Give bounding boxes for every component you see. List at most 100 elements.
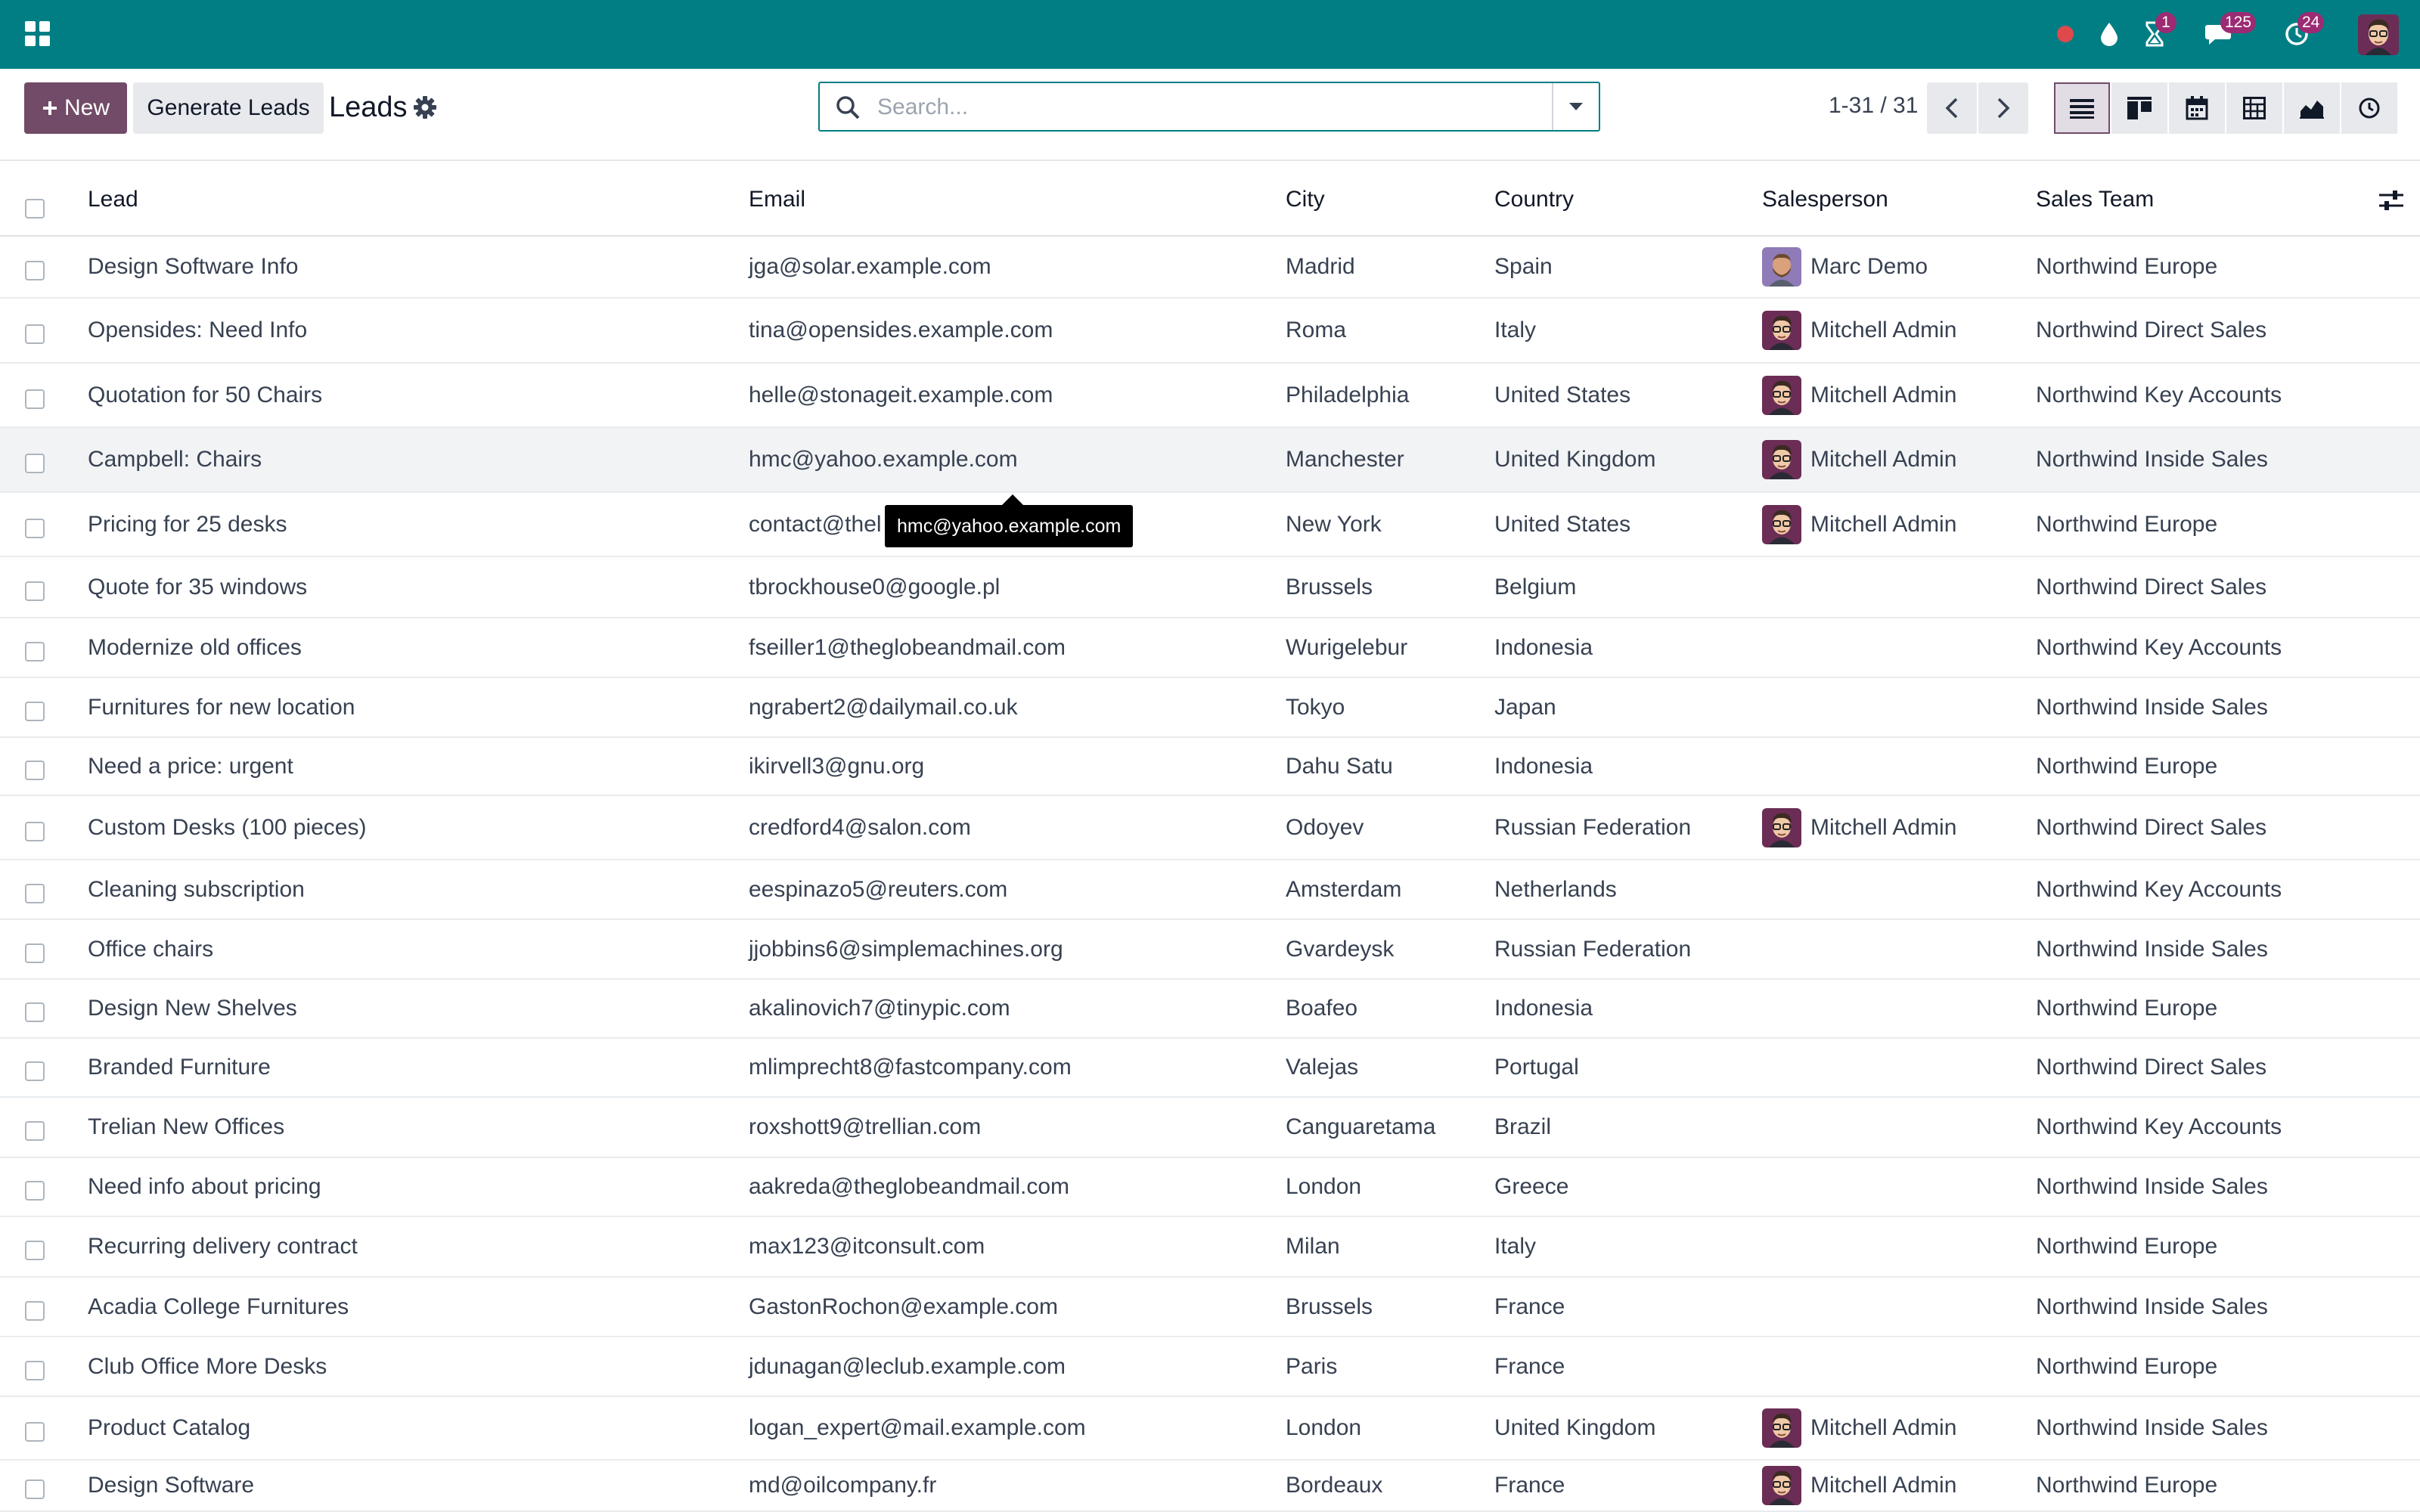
- pager-previous-button[interactable]: [1927, 82, 1977, 134]
- cell-city: Bordeaux: [1286, 1473, 1383, 1498]
- table-row[interactable]: Opensides: Need Info tina@opensides.examp…: [0, 299, 2420, 364]
- table-row[interactable]: Need a price: urgent ikirvell3@gnu.org Dah…: [0, 738, 2420, 796]
- salesperson-avatar[interactable]: [1762, 440, 1801, 479]
- column-header-country[interactable]: Country: [1494, 187, 1574, 212]
- row-checkbox[interactable]: [25, 1121, 45, 1141]
- salesperson-avatar[interactable]: [1762, 807, 1801, 847]
- table-row[interactable]: Club Office More Desks jdunagan@leclub.ex…: [0, 1337, 2420, 1397]
- cell-city: Brussels: [1286, 1294, 1373, 1319]
- list-view-button[interactable]: [2054, 82, 2110, 134]
- salesperson-avatar[interactable]: [1762, 504, 1801, 544]
- cell-city: Dahu Satu: [1286, 753, 1393, 779]
- cell-city: Madrid: [1286, 254, 1355, 279]
- row-checkbox[interactable]: [25, 760, 45, 780]
- cell-sales-team: Northwind Inside Sales: [2036, 936, 2268, 962]
- salesperson-avatar[interactable]: [1762, 375, 1801, 415]
- table-row[interactable]: Modernize old offices fseiller1@theglobea…: [0, 618, 2420, 678]
- activity-view-button[interactable]: [2341, 82, 2397, 134]
- cell-salesperson: Mitchell Admin: [1762, 1408, 1956, 1448]
- kanban-view-button[interactable]: [2111, 82, 2167, 134]
- cell-lead: Club Office More Desks: [88, 1353, 327, 1379]
- apps-menu-icon[interactable]: [23, 19, 53, 49]
- control-panel: New Generate Leads Leads 1: [0, 69, 2420, 161]
- row-checkbox[interactable]: [25, 701, 45, 721]
- pager-value[interactable]: 1-31 / 31: [1829, 93, 1918, 119]
- table-row[interactable]: Quote for 35 windows tbrockhouse0@google.…: [0, 557, 2420, 618]
- recording-dot-icon[interactable]: [2048, 17, 2083, 51]
- table-row[interactable]: Product Catalog logan_expert@mail.example…: [0, 1397, 2420, 1461]
- cell-city: Odoyev: [1286, 814, 1364, 840]
- drop-icon[interactable]: [2092, 17, 2127, 51]
- row-checkbox[interactable]: [25, 581, 45, 601]
- row-checkbox[interactable]: [25, 389, 45, 409]
- row-checkbox[interactable]: [25, 1422, 45, 1442]
- table-row[interactable]: Quotation for 50 Chairs helle@stonageit.e…: [0, 364, 2420, 428]
- row-checkbox[interactable]: [25, 261, 45, 280]
- cell-city: Valejas: [1286, 1055, 1359, 1080]
- cell-country: Brazil: [1494, 1114, 1552, 1139]
- row-checkbox[interactable]: [25, 324, 45, 344]
- column-header-city[interactable]: City: [1286, 187, 1325, 212]
- generate-leads-button[interactable]: Generate Leads: [133, 82, 324, 134]
- search-options-toggle[interactable]: [1552, 83, 1599, 130]
- user-avatar[interactable]: [2358, 14, 2399, 55]
- activities-hourglass-icon[interactable]: 1: [2137, 12, 2176, 51]
- salesperson-name: Mitchell Admin: [1810, 447, 1957, 472]
- column-header-salesperson[interactable]: Salesperson: [1762, 187, 1888, 212]
- search-input[interactable]: [876, 88, 1575, 127]
- table-row[interactable]: Pricing for 25 desks contact@thel New York…: [0, 493, 2420, 557]
- calendar-view-button[interactable]: [2169, 82, 2225, 134]
- cell-lead: Office chairs: [88, 936, 214, 962]
- table-row[interactable]: Trelian New Offices roxshott9@trellian.co…: [0, 1098, 2420, 1158]
- table-row[interactable]: Branded Furniture mlimprecht8@fastcompany…: [0, 1039, 2420, 1098]
- salesperson-avatar[interactable]: [1762, 1466, 1801, 1505]
- table-row[interactable]: Campbell: Chairs hmc@yahoo.example.com Man…: [0, 428, 2420, 493]
- row-checkbox[interactable]: [25, 641, 45, 662]
- row-checkbox[interactable]: [25, 1360, 45, 1380]
- salesperson-avatar[interactable]: [1762, 1408, 1801, 1448]
- cell-email: aakreda@theglobeandmail.com: [749, 1174, 1070, 1199]
- table-row[interactable]: Need info about pricing aakreda@theglobea…: [0, 1158, 2420, 1217]
- new-button[interactable]: New: [24, 82, 127, 134]
- row-checkbox[interactable]: [25, 883, 45, 903]
- updates-clock-icon[interactable]: 24: [2279, 12, 2325, 51]
- row-checkbox[interactable]: [25, 1061, 45, 1081]
- column-header-email[interactable]: Email: [749, 187, 805, 212]
- cell-city: Canguaretama: [1286, 1114, 1436, 1139]
- table-row[interactable]: Custom Desks (100 pieces) credford4@salon…: [0, 796, 2420, 860]
- table-row[interactable]: Office chairs jjobbins6@simplemachines.or…: [0, 920, 2420, 980]
- select-all-checkbox[interactable]: [25, 199, 45, 218]
- pager-next-button[interactable]: [1978, 82, 2028, 134]
- pivot-view-button[interactable]: [2226, 82, 2282, 134]
- cell-sales-team: Northwind Europe: [2036, 1473, 2218, 1498]
- cell-email: akalinovich7@tinypic.com: [749, 996, 1010, 1021]
- updates-badge: 24: [2297, 12, 2325, 33]
- column-header-sales-team[interactable]: Sales Team: [2036, 187, 2154, 212]
- row-checkbox[interactable]: [25, 1300, 45, 1321]
- messages-chat-icon[interactable]: 125: [2201, 12, 2257, 51]
- table-row[interactable]: Recurring delivery contract max123@itcons…: [0, 1217, 2420, 1278]
- row-checkbox[interactable]: [25, 1181, 45, 1201]
- optional-columns-sliders-icon[interactable]: [2378, 187, 2405, 214]
- salesperson-avatar[interactable]: [1762, 247, 1801, 287]
- row-checkbox[interactable]: [25, 518, 45, 538]
- salesperson-name: Mitchell Admin: [1810, 318, 1957, 342]
- column-header-lead[interactable]: Lead: [88, 187, 138, 212]
- table-row[interactable]: Design Software Info jga@solar.example.co…: [0, 237, 2420, 299]
- table-row[interactable]: Furnitures for new location ngrabert2@dai…: [0, 678, 2420, 738]
- salesperson-avatar[interactable]: [1762, 311, 1801, 350]
- row-checkbox[interactable]: [25, 1241, 45, 1260]
- gear-icon[interactable]: [412, 94, 438, 120]
- table-row[interactable]: Design New Shelves akalinovich7@tinypic.c…: [0, 980, 2420, 1039]
- row-checkbox[interactable]: [25, 943, 45, 963]
- graph-view-button[interactable]: [2284, 82, 2340, 134]
- row-checkbox[interactable]: [25, 1479, 45, 1499]
- table-row[interactable]: Design Software md@oilcompany.fr Bordeaux F…: [0, 1461, 2420, 1512]
- row-checkbox[interactable]: [25, 821, 45, 841]
- table-row[interactable]: Cleaning subscription eespinazo5@reuters.…: [0, 860, 2420, 920]
- cell-email: hmc@yahoo.example.com: [749, 447, 1018, 472]
- row-checkbox[interactable]: [25, 1002, 45, 1022]
- table-row[interactable]: Acadia College Furnitures GastonRochon@ex…: [0, 1278, 2420, 1337]
- row-checkbox[interactable]: [25, 454, 45, 473]
- cell-city: Brussels: [1286, 574, 1373, 600]
